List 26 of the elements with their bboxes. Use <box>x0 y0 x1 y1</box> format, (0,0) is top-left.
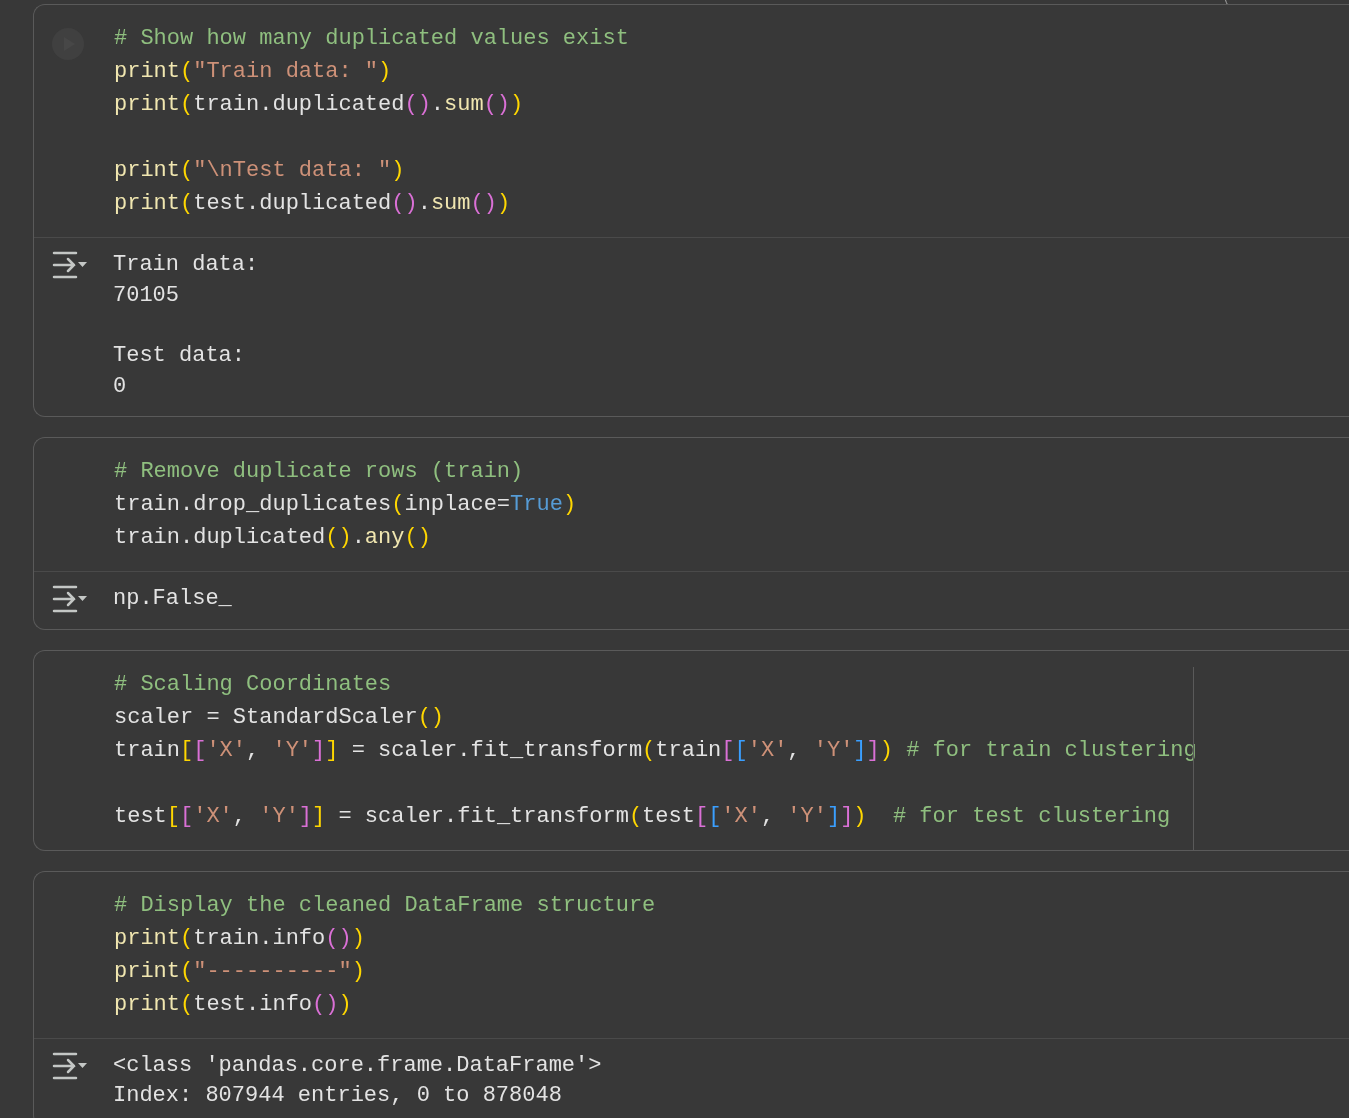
output-line: Test data: <box>113 342 246 370</box>
output-line: np.False_ <box>113 585 232 613</box>
code-line: train[['X', 'Y']] = scaler.fit_transform(train[['X', 'Y']]) # for train clustering <box>114 736 1197 765</box>
output-line: 0 <box>113 372 127 401</box>
output-line: Index: 807944 entries, 0 to 878048 <box>113 1082 562 1110</box>
code-line: # Remove duplicate rows (train) <box>114 458 524 486</box>
output-toggle-icon[interactable] <box>51 1050 89 1081</box>
code-line: scaler = StandardScaler() <box>114 703 445 732</box>
code-line: train.duplicated().any() <box>114 524 431 552</box>
code-line: # Scaling Coordinates <box>114 670 392 699</box>
code-line: print("----------") <box>114 957 365 986</box>
code-line: print(train.duplicated().sum()) <box>114 91 524 119</box>
code-line: # Display the cleaned DataFrame structure <box>114 891 656 920</box>
code-line: print(train.info()) <box>114 924 365 953</box>
output-toggle-icon[interactable] <box>51 250 89 280</box>
code-line: # Show how many duplicated values exist <box>114 25 629 53</box>
code-line: print(test.duplicated().sum()) <box>114 190 511 218</box>
code-line: train.drop_duplicates(inplace=True) <box>114 491 577 519</box>
code-line: print("\nTest data: ") <box>114 157 405 185</box>
output-line: Train data: <box>113 251 259 279</box>
output-line: <class 'pandas.core.frame.DataFrame'> <box>113 1051 602 1080</box>
code-line: test[['X', 'Y']] = scaler.fit_transform(test[['X', 'Y']]) # for test clustering <box>114 802 1171 831</box>
output-toggle-icon[interactable] <box>51 584 89 614</box>
code-line: print("Train data: ") <box>114 58 392 86</box>
output-line: 70105 <box>113 281 179 310</box>
code-line: print(test.info()) <box>114 990 352 1019</box>
